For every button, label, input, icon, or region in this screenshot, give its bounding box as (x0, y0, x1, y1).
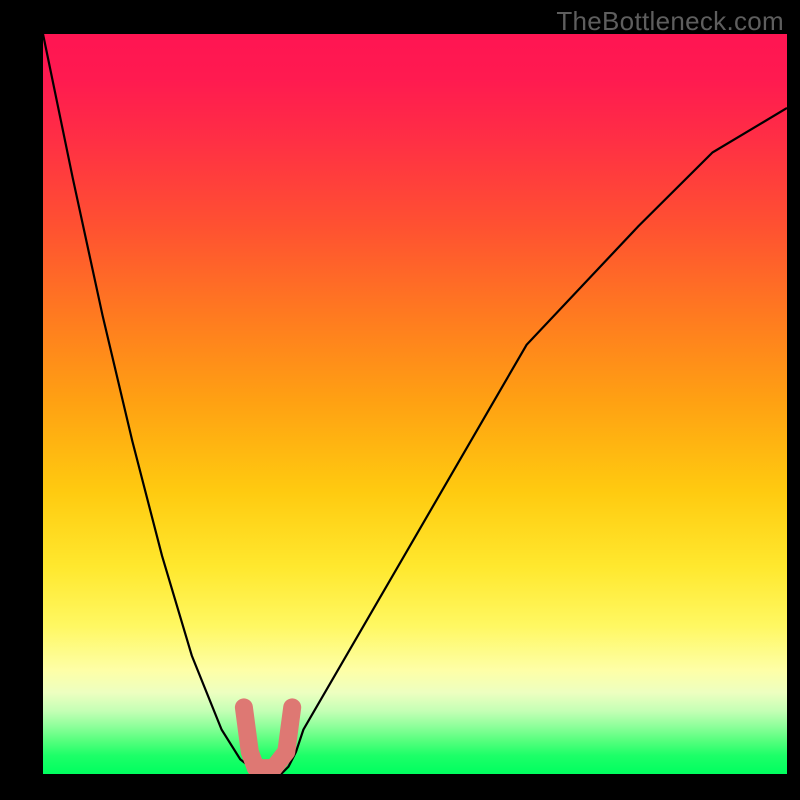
chart-frame: TheBottleneck.com (0, 0, 800, 800)
plot-area (43, 34, 787, 774)
watermark-text: TheBottleneck.com (556, 6, 784, 37)
